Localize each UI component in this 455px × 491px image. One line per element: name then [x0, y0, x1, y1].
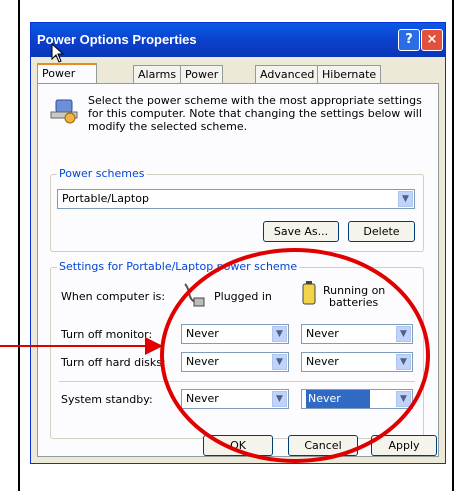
chevron-down-icon[interactable]: ▼: [398, 191, 413, 207]
tab-hibernate[interactable]: Hibernate: [317, 65, 382, 83]
annotation-circle: [160, 248, 430, 463]
power-schemes-group-label: Power schemes: [57, 167, 147, 180]
mouse-cursor-icon: [51, 43, 65, 63]
tab-advanced[interactable]: Advanced: [255, 65, 320, 83]
annotation-arrow-line: [0, 345, 150, 347]
system-standby-label: System standby:: [61, 393, 153, 406]
close-button[interactable]: ×: [421, 29, 443, 51]
frame-left: [18, 0, 20, 491]
frame-right: [452, 0, 454, 491]
tab-alarms[interactable]: Alarms: [133, 65, 182, 83]
turn-off-hard-disks-label: Turn off hard disks:: [61, 356, 166, 369]
scheme-description: Select the power scheme with the most ap…: [88, 94, 422, 133]
tab-power-schemes[interactable]: Power Schemes: [37, 63, 97, 97]
save-as-button[interactable]: Save As...: [263, 221, 339, 242]
power-scheme-icon: [50, 99, 78, 124]
power-schemes-group: Power schemes Portable/Laptop ▼ Save As.…: [50, 167, 424, 252]
turn-off-monitor-label: Turn off monitor:: [61, 328, 153, 341]
when-computer-label: When computer is:: [61, 290, 166, 303]
help-button[interactable]: ?: [398, 29, 420, 51]
tab-power-meter[interactable]: Power Meter: [180, 65, 224, 98]
delete-button[interactable]: Delete: [348, 221, 415, 242]
power-scheme-value: Portable/Laptop: [62, 192, 149, 205]
title-bar[interactable]: Power Options Properties ? ×: [31, 23, 445, 57]
power-scheme-dropdown[interactable]: Portable/Laptop ▼: [57, 189, 415, 209]
